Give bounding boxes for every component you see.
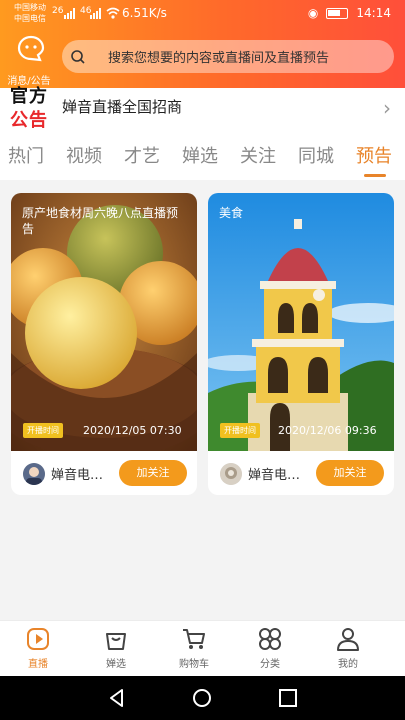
shopping-bag-icon xyxy=(106,633,126,650)
live-time-tag: 开播时间 xyxy=(23,423,63,438)
app-root: 中国移动 中国电信 26 46 6.51K/s ◉ 14:14 消息/公告 搜索… xyxy=(0,0,405,720)
signal-1-label: 26 xyxy=(52,6,64,16)
clock: 14:14 xyxy=(356,6,391,20)
category-icon xyxy=(259,628,281,650)
carrier-info: 中国移动 中国电信 xyxy=(14,2,46,24)
battery-icon xyxy=(326,7,349,19)
avatar[interactable] xyxy=(220,463,242,485)
net-speed: 6.51K/s xyxy=(122,6,167,20)
announcement-bar[interactable]: 官方 公告 婵音直播全国招商 › xyxy=(0,86,405,132)
follow-button[interactable]: 加关注 xyxy=(119,460,187,486)
live-time-tag: 开播时间 xyxy=(220,423,260,438)
wifi-icon xyxy=(106,7,120,19)
tab-selection[interactable]: 婵选 xyxy=(182,142,218,168)
chevron-right-icon: › xyxy=(383,96,391,120)
card-cover-image: 美食 开播时间 2020/12/06 09:36 xyxy=(208,193,394,451)
status-bar: 中国移动 中国电信 26 46 6.51K/s ◉ 14:14 xyxy=(0,0,405,28)
card-title: 美食 xyxy=(219,206,244,220)
tab-following[interactable]: 关注 xyxy=(240,142,276,168)
tab-video[interactable]: 视频 xyxy=(66,142,102,168)
tab-nearby[interactable]: 同城 xyxy=(298,142,334,168)
system-navigation-bar xyxy=(0,676,405,720)
card-footer: 婵音电… 加关注 xyxy=(11,451,197,495)
live-time: 2020/12/06 09:36 xyxy=(278,424,377,437)
avatar[interactable] xyxy=(23,463,45,485)
notice-logo-line-1: 官方 xyxy=(10,86,48,107)
card-cover-image: 原产地食材周六晚八点直播预告 开播时间 2020/12/05 07:30 xyxy=(11,193,197,451)
signal-icon xyxy=(90,8,101,19)
message-notice-button[interactable]: 消息/公告 xyxy=(6,34,56,87)
nav-label: 分类 xyxy=(260,659,280,670)
back-icon[interactable] xyxy=(106,687,128,709)
follow-button[interactable]: 加关注 xyxy=(316,460,384,486)
tab-talent[interactable]: 才艺 xyxy=(124,142,160,168)
live-time: 2020/12/05 07:30 xyxy=(83,424,182,437)
home-icon[interactable] xyxy=(191,687,213,709)
nav-label: 婵选 xyxy=(106,659,126,670)
card-footer: 婵音电… 加关注 xyxy=(208,451,394,495)
search-placeholder: 搜索您想要的内容或直播间及直播预告 xyxy=(108,51,330,66)
nav-selection[interactable]: 婵选 xyxy=(86,625,146,670)
nav-label: 直播 xyxy=(28,659,48,670)
notice-logo-line-2: 公告 xyxy=(10,110,48,131)
nav-live[interactable]: 直播 xyxy=(8,625,68,670)
category-tabs: 热门 视频 才艺 婵选 关注 同城 预告 xyxy=(0,132,405,180)
nav-category[interactable]: 分类 xyxy=(240,625,300,670)
recent-apps-icon[interactable] xyxy=(277,687,299,709)
announcement-text: 婵音直播全国招商 xyxy=(62,98,183,116)
tab-preview[interactable]: 预告 xyxy=(356,142,392,168)
live-play-icon xyxy=(27,628,49,650)
avatar-image xyxy=(220,463,242,485)
cart-icon xyxy=(183,629,205,649)
status-right: ◉ 14:14 xyxy=(308,6,391,20)
nav-label: 购物车 xyxy=(179,659,209,670)
card-title: 原产地食材周六晚八点直播预告 xyxy=(22,206,179,236)
tab-hot[interactable]: 热门 xyxy=(8,142,44,168)
eye-icon: ◉ xyxy=(307,6,319,20)
message-icon xyxy=(17,35,45,62)
bottom-navigation: 直播 婵选 购物车 分类 我的 xyxy=(0,620,405,676)
nav-cart[interactable]: 购物车 xyxy=(164,625,224,670)
nav-label: 我的 xyxy=(338,659,358,670)
signal-icon xyxy=(64,8,75,19)
carrier-2: 中国电信 xyxy=(14,14,46,23)
search-icon xyxy=(71,49,85,64)
active-tab-indicator xyxy=(364,174,386,177)
user-icon xyxy=(337,628,359,651)
carrier-1: 中国移动 xyxy=(14,3,46,12)
nav-profile[interactable]: 我的 xyxy=(318,625,378,670)
tower-image xyxy=(208,193,394,451)
official-notice-logo: 官方 公告 xyxy=(10,86,52,131)
anchor-name[interactable]: 婵音电… xyxy=(248,464,300,483)
header: 中国移动 中国电信 26 46 6.51K/s ◉ 14:14 消息/公告 搜索… xyxy=(0,0,405,88)
preview-card[interactable]: 美食 开播时间 2020/12/06 09:36 婵音电… 加关注 xyxy=(208,193,394,495)
preview-card[interactable]: 原产地食材周六晚八点直播预告 开播时间 2020/12/05 07:30 婵音电… xyxy=(11,193,197,495)
avatar-image xyxy=(23,463,45,485)
anchor-name[interactable]: 婵音电… xyxy=(51,464,103,483)
search-bar[interactable]: 搜索您想要的内容或直播间及直播预告 xyxy=(62,40,394,73)
